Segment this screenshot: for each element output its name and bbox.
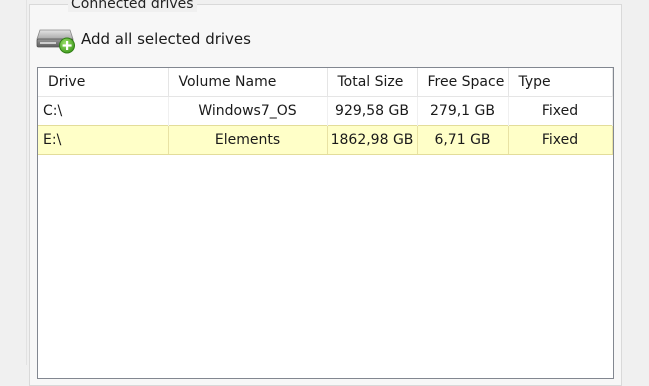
table-row[interactable]: C:\ Windows7_OS 929,58 GB 279,1 GB Fixed (38, 96, 613, 126)
cell-free-space: 279,1 GB (417, 96, 509, 126)
column-header-volume-name[interactable]: Volume Name (168, 68, 328, 97)
right-window-edge (627, 0, 649, 365)
add-all-selected-drives-label: Add all selected drives (81, 30, 251, 48)
column-header-total-size[interactable]: Total Size (327, 68, 418, 97)
column-header-type[interactable]: Type (508, 68, 613, 97)
cell-free-space: 6,71 GB (417, 125, 509, 155)
drives-table: Drive Volume Name Total Size Free Space … (38, 68, 613, 155)
drives-list-view[interactable]: Drive Volume Name Total Size Free Space … (37, 67, 614, 379)
column-header-free-space[interactable]: Free Space (417, 68, 509, 97)
cell-drive: C:\ (38, 96, 169, 126)
cell-total-size: 1862,98 GB (327, 125, 418, 155)
add-all-selected-drives-button[interactable]: Add all selected drives (36, 22, 251, 56)
group-legend: Connected drives (68, 0, 197, 12)
cell-volume-name: Windows7_OS (168, 96, 328, 126)
cell-total-size: 929,58 GB (327, 96, 418, 126)
column-header-row: Drive Volume Name Total Size Free Space … (38, 68, 613, 97)
cell-drive: E:\ (38, 125, 169, 155)
table-row-selected[interactable]: E:\ Elements 1862,98 GB 6,71 GB Fixed (38, 125, 613, 155)
cell-type: Fixed (508, 125, 613, 155)
left-window-edge (0, 0, 27, 365)
cell-type: Fixed (508, 96, 613, 126)
column-header-drive[interactable]: Drive (38, 68, 169, 97)
cell-volume-name: Elements (168, 125, 328, 155)
hard-drive-add-icon (36, 22, 78, 56)
